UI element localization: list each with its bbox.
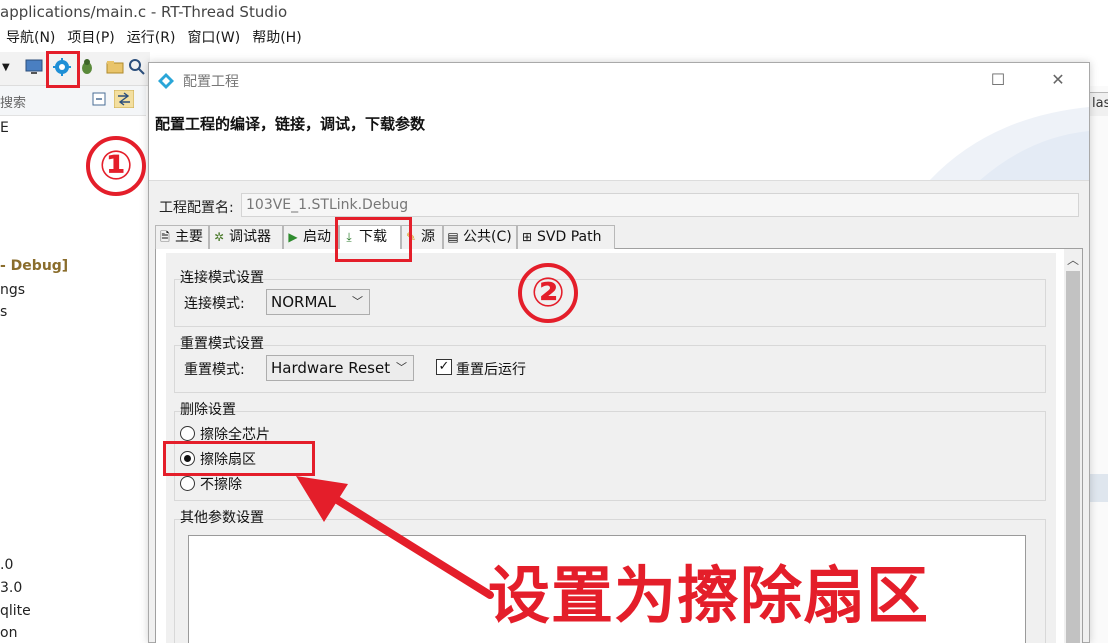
step-marker-2: ② (518, 263, 578, 323)
tab-startup[interactable]: ▶ 启动 (283, 225, 339, 249)
tree-item[interactable]: qlite (0, 603, 31, 619)
dropdown-arrow-icon[interactable]: ▼ (2, 62, 12, 80)
vertical-scrollbar[interactable]: ︿ (1064, 249, 1082, 643)
highlight-download-tab (335, 217, 412, 262)
connect-mode-label: 连接模式: (184, 296, 245, 312)
tree-item[interactable]: .0 (0, 557, 13, 573)
group-title: 重置模式设置 (180, 336, 264, 352)
link-editor-icon[interactable] (114, 90, 134, 108)
explorer-header: 搜索 (0, 86, 146, 116)
table-icon: ▤ (447, 230, 459, 244)
dialog-titlebar: 配置工程 ☐ ✕ (149, 63, 1089, 97)
tab-main[interactable]: 🗎 主要 (155, 225, 209, 249)
no-erase-radio[interactable] (180, 476, 195, 491)
tree-item[interactable]: E (0, 120, 9, 136)
tab-label: 启动 (303, 229, 331, 245)
debug-bug-icon[interactable] (78, 58, 96, 76)
step-marker-1: ① (86, 136, 146, 196)
monitor-icon[interactable] (25, 58, 43, 76)
erase-chip-radio[interactable] (180, 426, 195, 441)
connect-mode-group: 连接模式设置 连接模式: NORMAL ﹀ (174, 269, 1046, 329)
bug-gear-icon: ✲ (213, 230, 225, 244)
select-value: NORMAL (271, 293, 337, 311)
dialog-description: 配置工程的编译，链接，调试，下载参数 (155, 115, 426, 133)
right-view-tab[interactable]: lasl (1089, 92, 1108, 116)
reset-mode-label: 重置模式: (184, 362, 245, 378)
connect-mode-select[interactable]: NORMAL ﹀ (266, 289, 370, 315)
config-name-label: 工程配置名: (159, 200, 234, 216)
chevron-down-icon: ﹀ (352, 295, 363, 308)
run-after-reset-checkbox[interactable]: ✓ (436, 359, 452, 375)
collapse-all-icon[interactable] (92, 92, 106, 106)
tree-item[interactable]: on (0, 625, 17, 641)
run-after-reset-label: 重置后运行 (456, 362, 526, 378)
right-side-view: lasl (1089, 86, 1108, 643)
tab-label: 主要 (175, 229, 203, 245)
config-name-row: 工程配置名: 103VE_1.STLink.Debug (149, 181, 1089, 221)
tab-label: 公共(C) (463, 229, 512, 245)
maximize-button[interactable]: ☐ (975, 63, 1021, 97)
group-title: 删除设置 (180, 402, 236, 418)
annotation-note: 设置为擦除扇区 (488, 559, 930, 632)
scroll-thumb[interactable] (1066, 271, 1080, 643)
chevron-down-icon: ﹀ (396, 361, 407, 374)
search-icon[interactable] (128, 58, 146, 76)
dialog-header: 配置工程的编译，链接，调试，下载参数 (149, 97, 1089, 181)
menu-window[interactable]: 窗口(W) (187, 27, 240, 49)
scroll-up-icon[interactable]: ︿ (1064, 251, 1082, 269)
reset-mode-group: 重置模式设置 重置模式: Hardware Reset ﹀ ✓ 重置后运行 (174, 335, 1046, 395)
reset-mode-select[interactable]: Hardware Reset ﹀ (266, 355, 414, 381)
tree-icon: ⊞ (521, 230, 533, 244)
open-folder-icon[interactable] (106, 58, 124, 76)
no-erase-label: 不擦除 (200, 477, 242, 493)
menu-project[interactable]: 项目(P) (67, 27, 114, 49)
tree-item[interactable]: ngs (0, 282, 25, 298)
close-button[interactable]: ✕ (1035, 63, 1081, 97)
tree-item[interactable]: s (0, 304, 7, 320)
highlight-gear-button (46, 51, 80, 88)
tab-label: SVD Path (537, 229, 602, 245)
tab-svd-path[interactable]: ⊞ SVD Path (517, 225, 615, 249)
right-view-selection (1089, 474, 1108, 502)
menubar: 导航(N) 项目(P) 运行(R) 窗口(W) 帮助(H) (0, 27, 308, 49)
tab-debugger[interactable]: ✲ 调试器 (209, 225, 283, 249)
rt-thread-logo-icon (158, 73, 174, 89)
annotation-arrow (296, 476, 494, 599)
dialog-title: 配置工程 (183, 74, 239, 90)
tab-label: 源 (421, 229, 435, 245)
menu-help[interactable]: 帮助(H) (252, 27, 301, 49)
document-icon: 🗎 (160, 230, 170, 244)
menu-navigate[interactable]: 导航(N) (6, 27, 55, 49)
header-decoration (929, 107, 1089, 180)
config-name-field[interactable]: 103VE_1.STLink.Debug (241, 193, 1079, 217)
play-icon: ▶ (288, 230, 298, 244)
ide-window-title: applications/main.c - RT-Thread Studio (0, 3, 288, 21)
group-title: 连接模式设置 (180, 270, 264, 286)
group-title: 其他参数设置 (180, 510, 264, 526)
tab-common[interactable]: ▤ 公共(C) (443, 225, 517, 249)
tree-item[interactable]: 3.0 (0, 580, 22, 596)
tree-item[interactable]: - Debug] (0, 258, 68, 274)
tab-label: 调试器 (229, 229, 271, 245)
config-tabs: 🗎 主要 ✲ 调试器 ▶ 启动 ⤓ 下载 ✎ 源 ▤ 公共(C) ⊞ SVD Path (155, 225, 1083, 250)
menu-run[interactable]: 运行(R) (127, 27, 176, 49)
explorer-search-label: 搜索 (0, 96, 27, 111)
select-value: Hardware Reset (271, 359, 391, 377)
